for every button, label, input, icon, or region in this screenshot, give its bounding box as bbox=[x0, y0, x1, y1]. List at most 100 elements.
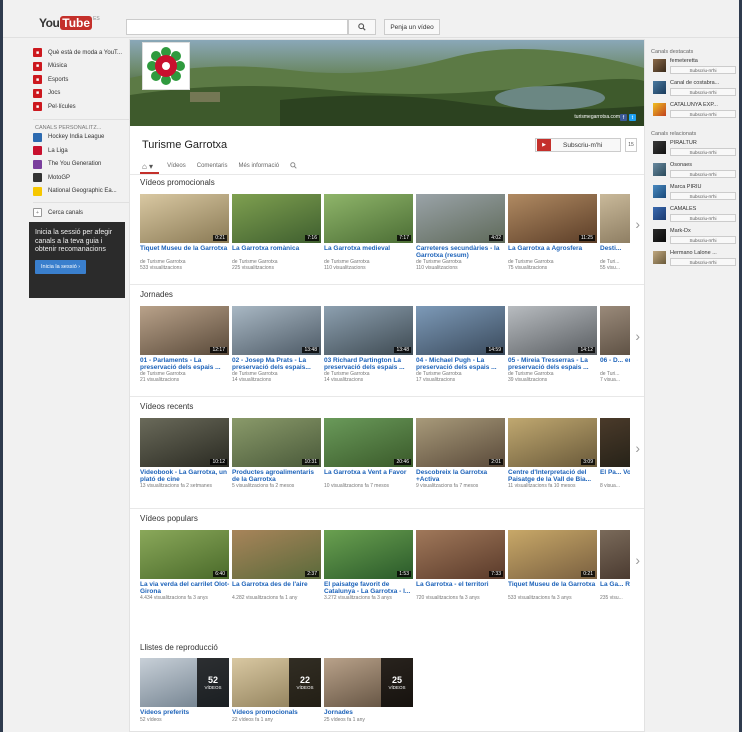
shelf-next-arrow-icon[interactable]: › bbox=[635, 440, 640, 456]
video-thumbnail[interactable]: 2:01 bbox=[416, 418, 505, 467]
video-thumbnail[interactable] bbox=[600, 530, 630, 579]
video-title-link[interactable]: 01 - Parlaments - La preservació dels es… bbox=[140, 357, 230, 371]
section-title[interactable]: Vídeos recents bbox=[140, 402, 193, 411]
channel-name-link[interactable]: Mark-Dx bbox=[670, 228, 736, 234]
channel-avatar[interactable] bbox=[653, 81, 666, 94]
channel-name-link[interactable]: CAMALES bbox=[670, 206, 736, 212]
channel-avatar[interactable] bbox=[142, 42, 190, 90]
video-title-link[interactable]: La Garrotxa des de l'aire bbox=[232, 581, 322, 595]
channel-name-link[interactable]: Osonaes bbox=[670, 162, 736, 168]
channel-name-link[interactable]: PIRALTUR bbox=[670, 140, 736, 146]
subscribe-button[interactable]: Subscriu-m'hi bbox=[670, 110, 736, 118]
channel-avatar[interactable] bbox=[653, 185, 666, 198]
video-title-link[interactable]: Videobook - La Garrotxa, un plató de cin… bbox=[140, 469, 230, 483]
sidebar-item-sports[interactable]: ■ Esports bbox=[33, 73, 129, 87]
sidebar-channel[interactable]: National Geographic Ea... bbox=[33, 185, 129, 199]
video-card[interactable]: 10:31 Productes agroalimentaris de la Gar… bbox=[232, 418, 324, 489]
sidebar-channel[interactable]: MotoGP bbox=[33, 171, 129, 185]
video-thumbnail[interactable]: 11:25 bbox=[508, 194, 597, 243]
video-thumbnail[interactable] bbox=[600, 306, 630, 355]
subscribe-button[interactable]: Subscriu-m'hi bbox=[670, 214, 736, 222]
video-thumbnail[interactable]: 2:37 bbox=[232, 530, 321, 579]
subscribe-button[interactable]: Subscriu-m'hi bbox=[670, 258, 736, 266]
channel-avatar[interactable] bbox=[653, 229, 666, 242]
video-card[interactable]: La Ga... Robre...235 visu... bbox=[600, 530, 630, 601]
playlist-title-link[interactable]: Jornades bbox=[324, 709, 414, 717]
video-thumbnail[interactable]: 14:12 bbox=[508, 306, 597, 355]
tab-search[interactable] bbox=[290, 161, 297, 171]
video-thumbnail[interactable]: 13:48 bbox=[232, 306, 321, 355]
video-title-link[interactable]: Descobreix la Garrotxa +Activa bbox=[416, 469, 506, 483]
channel-avatar[interactable] bbox=[653, 141, 666, 154]
subscribe-button[interactable]: Subscriu-m'hi bbox=[670, 192, 736, 200]
video-card[interactable]: 14:12 05 - Mireia Tresserras - La preserv… bbox=[508, 306, 600, 383]
video-title-link[interactable]: La Garrotxa a Vent a Favor bbox=[324, 469, 414, 483]
video-thumbnail[interactable] bbox=[600, 418, 630, 467]
video-card[interactable]: 0:21 Tiquet Museu de la Garrotxa 533 visua… bbox=[508, 530, 600, 601]
channel-avatar[interactable] bbox=[653, 103, 666, 116]
video-title-link[interactable]: 03 Richard Partington La preservació del… bbox=[324, 357, 414, 371]
video-title-link[interactable]: 05 - Mireia Tresserras - La preservació … bbox=[508, 357, 598, 371]
video-title-link[interactable]: 06 - D... en un... bbox=[600, 357, 630, 371]
video-card[interactable]: 10:12 Videobook - La Garrotxa, un plató d… bbox=[140, 418, 232, 489]
video-title-link[interactable]: El Pa... Volca... bbox=[600, 469, 630, 483]
video-card[interactable]: 7:33 La Garrotxa - el territori 720 visual… bbox=[416, 530, 508, 601]
video-card[interactable]: 7:16 La Garrotxa romànica de Turisme Garro… bbox=[232, 194, 324, 271]
video-card[interactable]: Desti... de Turi... 55 visu... bbox=[600, 194, 630, 271]
channel-avatar[interactable] bbox=[653, 163, 666, 176]
search-input[interactable] bbox=[126, 19, 348, 35]
video-card[interactable]: 13:48 03 Richard Partington La preservaci… bbox=[324, 306, 416, 383]
video-card[interactable]: 2:37 La Garrotxa des de l'aire 4.282 visua… bbox=[232, 530, 324, 601]
playlist-title-link[interactable]: Vídeos promocionals bbox=[232, 709, 322, 717]
playlist-thumbnail[interactable]: 22 VÍDEOS bbox=[232, 658, 321, 707]
video-card[interactable]: 6:40 La via verda del carrilet Olot-Giron… bbox=[140, 530, 232, 601]
shelf-next-arrow-icon[interactable]: › bbox=[635, 552, 640, 568]
video-thumbnail[interactable]: 4:02 bbox=[416, 194, 505, 243]
youtube-logo[interactable]: You Tube ES bbox=[39, 16, 100, 30]
video-title-link[interactable]: Centre d'Interpretació del Paisatge de l… bbox=[508, 469, 598, 483]
video-thumbnail[interactable]: 10:31 bbox=[232, 418, 321, 467]
video-thumbnail[interactable] bbox=[600, 194, 630, 243]
video-card[interactable]: 12:17 01 - Parlaments - La preservació de… bbox=[140, 306, 232, 383]
video-title-link[interactable]: La Garrotxa romànica bbox=[232, 245, 322, 259]
sidebar-channel[interactable]: The You Generation bbox=[33, 158, 129, 172]
video-thumbnail[interactable]: 7:16 bbox=[232, 194, 321, 243]
video-thumbnail[interactable]: 6:40 bbox=[140, 530, 229, 579]
facebook-icon[interactable]: f bbox=[620, 114, 627, 121]
sidebar-item-music[interactable]: ■ Música bbox=[33, 60, 129, 74]
video-card[interactable]: 14:59 04 - Michael Pugh - La preservació … bbox=[416, 306, 508, 383]
video-title-link[interactable]: 04 - Michael Pugh - La preservació dels … bbox=[416, 357, 506, 371]
video-card[interactable]: 4:02 Carreteres secundàries - la Garrotxa… bbox=[416, 194, 508, 271]
sidebar-channel[interactable]: La Liga bbox=[33, 144, 129, 158]
video-title-link[interactable]: Tiquet Museu de la Garrotxa bbox=[508, 581, 598, 595]
video-card[interactable]: 3:09 Centre d'Interpretació del Paisatge … bbox=[508, 418, 600, 489]
upload-button[interactable]: Penja un vídeo bbox=[384, 19, 440, 35]
tab-videos[interactable]: Vídeos bbox=[167, 163, 186, 169]
twitter-icon[interactable]: t bbox=[629, 114, 636, 121]
browse-channels-link[interactable]: + Cerca canals bbox=[33, 206, 129, 220]
subscribe-button[interactable]: Subscriu-m'hi bbox=[670, 88, 736, 96]
shelf-next-arrow-icon[interactable]: › bbox=[635, 216, 640, 232]
playlist-thumbnail[interactable]: 52 VÍDEOS bbox=[140, 658, 229, 707]
video-card[interactable]: 13:48 02 - Josep Ma Prats - La preservaci… bbox=[232, 306, 324, 383]
channel-avatar[interactable] bbox=[653, 251, 666, 264]
home-icon[interactable]: ⌂ ▾ bbox=[142, 162, 153, 171]
subscribe-button[interactable]: Subscriu-m'hi bbox=[670, 170, 736, 178]
video-thumbnail[interactable]: 7:33 bbox=[416, 530, 505, 579]
video-title-link[interactable]: La Garrotxa a Agrosfera bbox=[508, 245, 598, 259]
channel-name-link[interactable]: CATALUNYA EXP... bbox=[670, 102, 736, 108]
channel-name-link[interactable]: femeteretta bbox=[670, 58, 736, 64]
subscribe-button[interactable]: ▶ Subscriu-m'hi bbox=[535, 138, 621, 152]
playlist-title-link[interactable]: Vídeos preferits bbox=[140, 709, 230, 717]
video-title-link[interactable]: La Garrotxa - el territori bbox=[416, 581, 506, 595]
shelf-next-arrow-icon[interactable]: › bbox=[635, 328, 640, 344]
video-title-link[interactable]: Tiquet Museu de la Garrotxa bbox=[140, 245, 230, 259]
section-title[interactable]: Vídeos populars bbox=[140, 514, 198, 523]
playlist-card[interactable]: 52 VÍDEOS Vídeos preferits 52 vídeos bbox=[140, 658, 232, 723]
video-card[interactable]: 11:25 La Garrotxa a Agrosfera de Turisme G… bbox=[508, 194, 600, 271]
video-card[interactable]: 06 - D... en un...de Turi...7 visua... bbox=[600, 306, 630, 383]
video-card[interactable]: 20:46 La Garrotxa a Vent a Favor 10 visual… bbox=[324, 418, 416, 489]
subscribe-button[interactable]: Subscriu-m'hi bbox=[670, 148, 736, 156]
video-title-link[interactable]: Carreteres secundàries - la Garrotxa (re… bbox=[416, 245, 506, 259]
subscribe-button[interactable]: Subscriu-m'hi bbox=[670, 66, 736, 74]
